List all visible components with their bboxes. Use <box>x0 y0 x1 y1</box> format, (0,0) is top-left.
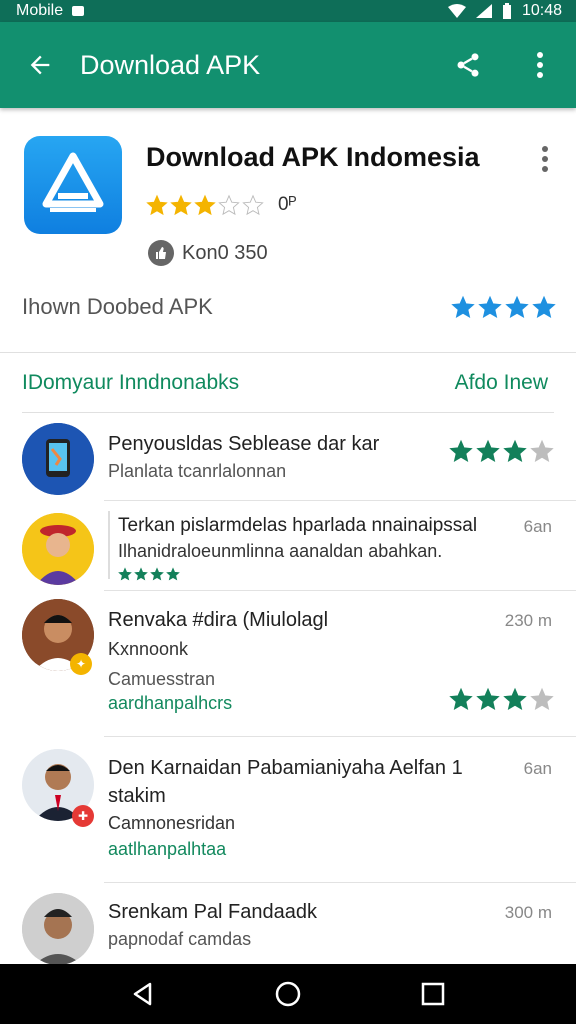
star-icon <box>166 567 180 581</box>
review-meta: Ilhanidraloeunmlinna aanaldan abahkan. <box>118 541 443 561</box>
review-item[interactable]: ✚ Den Karnaidan Pabamianiyaha Aelfan 1 s… <box>22 737 576 883</box>
star-icon <box>134 567 148 581</box>
downloads-label: Kon0 350 <box>182 241 268 264</box>
developer-row: Ihown Doobed APK <box>22 294 556 320</box>
review-author: Renvaka #dira (Miulolagl <box>108 609 329 631</box>
review-author: Terkan pislarmdelas hparlada nnainaipssa… <box>118 515 478 536</box>
star-icon <box>170 194 192 216</box>
nav-recents-icon[interactable] <box>403 964 463 1024</box>
star-icon <box>449 687 473 711</box>
star-icon <box>476 687 500 711</box>
app-bar: Download APK <box>0 22 576 108</box>
star-icon <box>449 439 473 463</box>
star-icon <box>146 194 168 216</box>
avatar <box>22 423 94 495</box>
see-all-link[interactable]: Afdo Inew <box>455 371 548 395</box>
section-title: IDomyaur Inndnonabks <box>22 370 240 394</box>
nav-back-icon[interactable] <box>113 964 173 1024</box>
star-icon <box>503 439 527 463</box>
review-item[interactable]: ✦ Renvaka #dira (Miulolagl Kxnnoonk Camu… <box>22 591 576 737</box>
developer-stars <box>451 295 556 319</box>
review-tag: aardhanpalhcrs <box>108 693 233 713</box>
badge-icon: ✚ <box>72 805 94 827</box>
review-meta: papnodaf camdas <box>108 929 252 949</box>
developer-label: Ihown Doobed APK <box>22 294 213 319</box>
reviews-section-header: IDomyaur Inndnonabks Afdo Inew <box>22 353 554 413</box>
page-title: Download APK <box>80 49 261 80</box>
nav-home-icon[interactable] <box>258 964 318 1024</box>
status-bar: Mobile 10:48 <box>0 0 576 22</box>
thumb-icon <box>148 240 174 266</box>
signal-icon <box>475 4 492 18</box>
review-item[interactable]: Terkan pislarmdelas hparlada nnainaipssa… <box>22 501 576 591</box>
app-rating: 0ᴾ <box>146 194 297 216</box>
clock: 10:48 <box>521 2 562 19</box>
star-icon <box>118 567 132 581</box>
share-icon[interactable] <box>432 22 504 108</box>
review-author: Srenkam Pal Fandaadk <box>108 901 318 923</box>
wifi-icon <box>447 4 466 18</box>
star-icon <box>451 295 475 319</box>
star-icon <box>505 295 529 319</box>
star-icon <box>476 439 500 463</box>
review-tag: aatlhanpalhtaa <box>108 839 227 859</box>
star-icon <box>530 687 554 711</box>
quote-bar <box>108 511 110 579</box>
review-time: 6an <box>523 517 552 536</box>
review-author-line2: stakim <box>108 785 166 807</box>
star-icon <box>478 295 502 319</box>
review-time: 6an <box>523 759 552 778</box>
notification-icon <box>71 4 85 18</box>
navigation-bar <box>0 964 576 1024</box>
star-icon <box>150 567 164 581</box>
review-stars <box>118 567 180 581</box>
rating-stars <box>146 194 264 216</box>
star-icon <box>194 194 216 216</box>
app-header: Download APK Indomesia 0ᴾ Kon0 350 Ihown… <box>0 108 576 353</box>
back-arrow-icon[interactable] <box>0 22 80 108</box>
app-title: Download APK Indomesia <box>146 142 480 172</box>
more-vert-icon[interactable] <box>504 22 576 108</box>
avatar <box>22 513 94 585</box>
content: Download APK Indomesia 0ᴾ Kon0 350 Ihown… <box>0 108 576 964</box>
carrier-label: Mobile <box>16 2 64 19</box>
review-item[interactable]: Penyousldas Seblease dar kar Planlata tc… <box>22 413 576 501</box>
review-meta: Kxnnoonk <box>108 639 189 659</box>
star-icon <box>218 194 240 216</box>
review-stars <box>449 439 554 463</box>
review-author: Penyousldas Seblease dar kar <box>108 433 380 455</box>
verified-badge-icon: ✦ <box>70 653 92 675</box>
battery-icon <box>502 3 512 19</box>
rating-count: 0ᴾ <box>278 194 297 215</box>
app-logo-icon[interactable] <box>24 136 122 234</box>
review-time: 230 m <box>504 611 552 630</box>
review-time: 300 m <box>504 903 552 922</box>
review-item[interactable]: Srenkam Pal Fandaadk papnodaf camdas 300… <box>22 883 576 964</box>
review-author: Den Karnaidan Pabamianiyaha Aelfan 1 <box>108 757 463 779</box>
review-detail: Camuesstran <box>108 669 216 689</box>
avatar <box>22 893 94 964</box>
review-stars <box>449 687 554 711</box>
downloads-row: Kon0 350 <box>148 240 268 266</box>
star-icon <box>242 194 264 216</box>
star-icon <box>503 687 527 711</box>
review-meta: Camnonesridan <box>108 813 236 833</box>
star-icon <box>530 439 554 463</box>
review-meta: Planlata tcanrlalonnan <box>108 461 287 481</box>
app-more-icon[interactable] <box>530 144 560 174</box>
star-icon <box>532 295 556 319</box>
